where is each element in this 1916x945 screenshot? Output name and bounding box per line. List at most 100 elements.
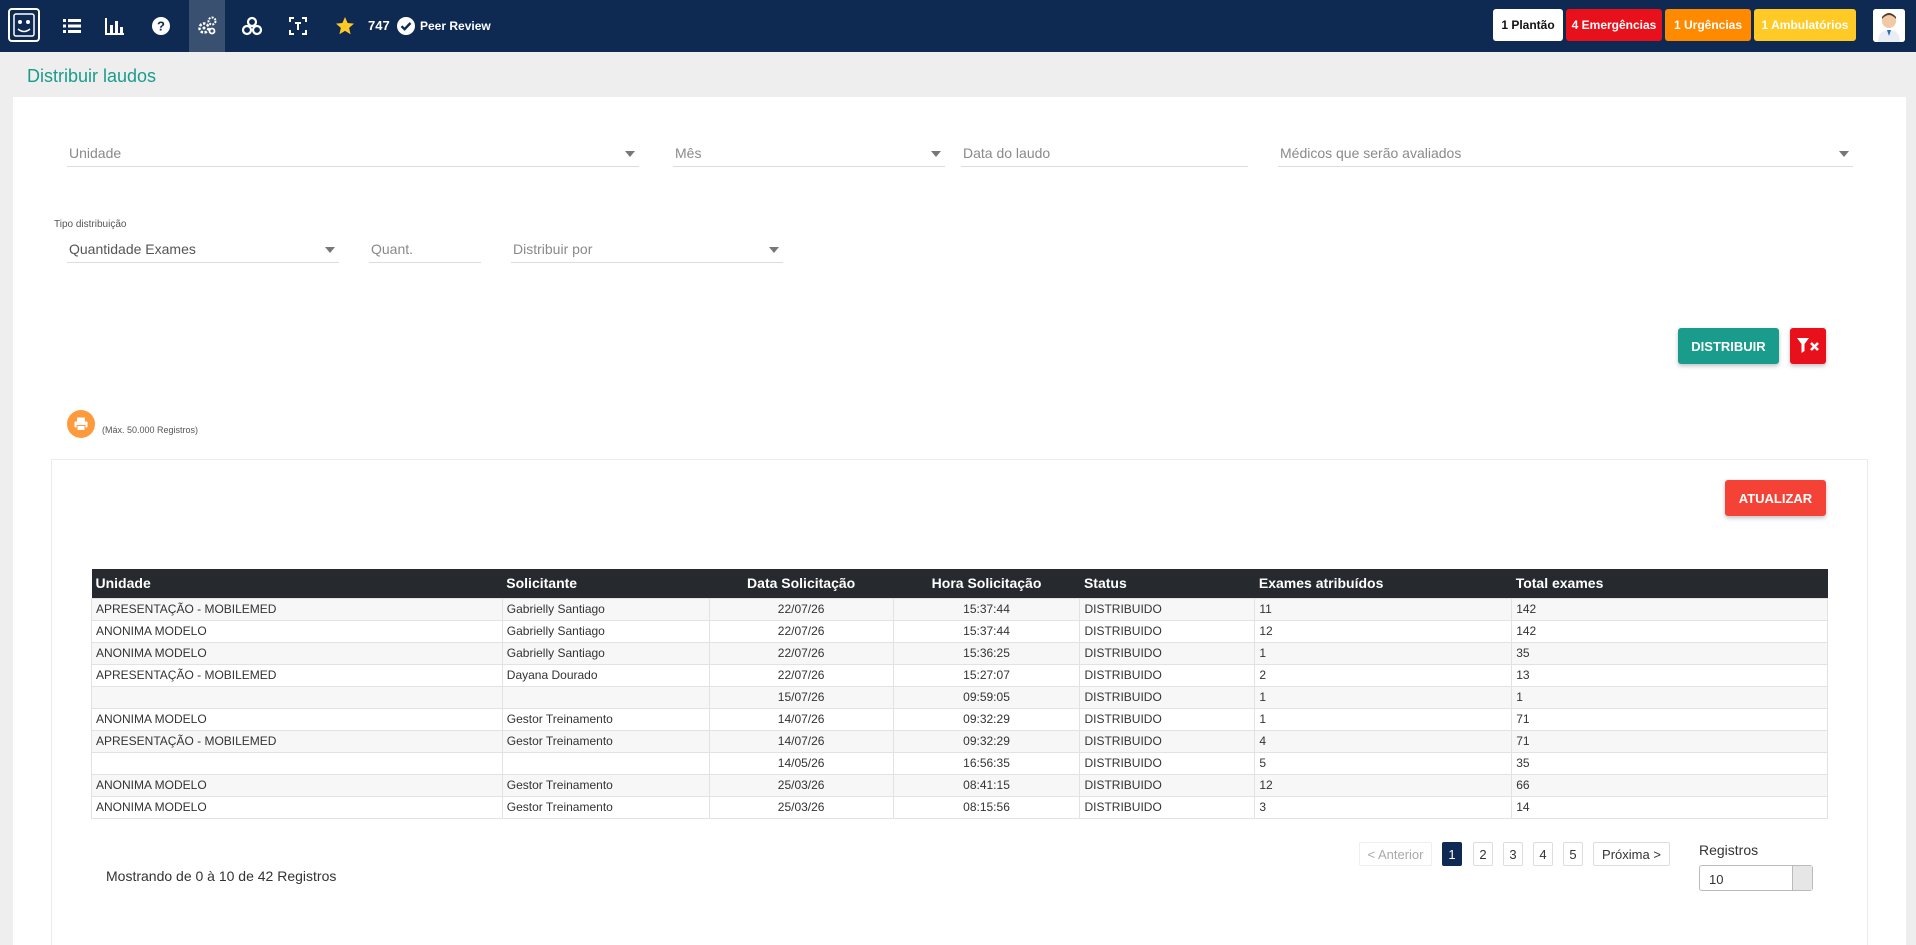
tipo-distribuicao-value: Quantidade Exames: [69, 241, 196, 257]
chevron-down-icon: [325, 247, 335, 253]
cell-hora: 09:59:05: [892, 685, 1081, 709]
cell-solicitante: Gabrielly Santiago: [501, 597, 710, 621]
cell-hora: 08:15:56: [892, 795, 1081, 819]
cell-exames-atribuidos: 1: [1254, 707, 1513, 731]
table-row[interactable]: ANONIMA MODELO Gestor Treinamento 14/07/…: [91, 707, 1828, 731]
table-row[interactable]: APRESENTAÇÃO - MOBILEMED Gabrielly Santi…: [91, 597, 1828, 621]
table-row[interactable]: APRESENTAÇÃO - MOBILEMED Gestor Treiname…: [91, 729, 1828, 753]
mes-select[interactable]: Mês: [673, 139, 945, 167]
cell-exames-atribuidos: 1: [1254, 685, 1513, 709]
gears-icon[interactable]: [189, 0, 225, 52]
medicos-select[interactable]: Médicos que serão avaliados: [1278, 139, 1853, 167]
cell-hora: 16:56:35: [892, 751, 1081, 775]
cell-hora: 09:32:29: [892, 707, 1081, 731]
cell-total-exames: 71: [1511, 707, 1828, 731]
col-header-unidade[interactable]: Unidade: [91, 569, 503, 598]
cell-unidade: ANONIMA MODELO: [91, 795, 503, 819]
cell-exames-atribuidos: 1: [1254, 641, 1513, 665]
cell-hora: 15:27:07: [892, 663, 1081, 687]
pagination-page-3[interactable]: 3: [1503, 842, 1523, 866]
quant-input[interactable]: Quant.: [369, 235, 481, 263]
results-table: Unidade Solicitante Data Solicitação Hor…: [91, 569, 1828, 819]
printer-icon: [74, 417, 88, 431]
chevron-down-icon: [769, 247, 779, 253]
cell-total-exames: 35: [1511, 641, 1828, 665]
badge-plantao[interactable]: 1 Plantão: [1493, 9, 1563, 41]
registros-value: 10: [1709, 872, 1724, 887]
chevron-down-icon: [931, 151, 941, 157]
list-icon[interactable]: [52, 0, 92, 52]
star-icon[interactable]: [325, 0, 365, 52]
cell-exames-atribuidos: 3: [1254, 795, 1513, 819]
cell-total-exames: 14: [1511, 795, 1828, 819]
cell-exames-atribuidos: 12: [1254, 773, 1513, 797]
pagination-page-5[interactable]: 5: [1563, 842, 1583, 866]
distribuir-button[interactable]: DISTRIBUIR: [1678, 328, 1779, 364]
badge-emergencias[interactable]: 4 Emergências: [1566, 9, 1662, 41]
table-row[interactable]: ANONIMA MODELO Gestor Treinamento 25/03/…: [91, 773, 1828, 797]
cell-total-exames: 66: [1511, 773, 1828, 797]
col-header-hora[interactable]: Hora Solicitação: [893, 569, 1080, 598]
cell-solicitante: [501, 685, 710, 709]
table-row[interactable]: ANONIMA MODELO Gestor Treinamento 25/03/…: [91, 795, 1828, 819]
unidade-select[interactable]: Unidade: [67, 139, 639, 167]
scan-icon[interactable]: [278, 0, 318, 52]
cell-data: 14/07/26: [708, 707, 894, 731]
help-icon[interactable]: ?: [141, 0, 181, 52]
cell-total-exames: 35: [1511, 751, 1828, 775]
pagination-page-1[interactable]: 1: [1442, 842, 1462, 866]
cell-data: 22/07/26: [708, 619, 894, 643]
peer-review-link[interactable]: Peer Review: [420, 19, 491, 33]
print-limit-note: (Máx. 50.000 Registros): [102, 425, 199, 435]
cell-solicitante: Gestor Treinamento: [501, 729, 710, 753]
page-title: Distribuir laudos: [27, 66, 157, 86]
cell-exames-atribuidos: 2: [1254, 663, 1513, 687]
data-laudo-input[interactable]: Data do laudo: [961, 139, 1248, 167]
cell-status: DISTRIBUIDO: [1079, 707, 1256, 731]
pagination-page-2[interactable]: 2: [1473, 842, 1493, 866]
tipo-distribuicao-select[interactable]: Quantidade Exames: [67, 235, 339, 263]
cell-status: DISTRIBUIDO: [1079, 773, 1256, 797]
records-count-text: Mostrando de 0 à 10 de 42 Registros: [106, 868, 337, 884]
pagination-prev[interactable]: < Anterior: [1359, 842, 1432, 866]
cell-total-exames: 142: [1511, 597, 1828, 621]
avatar[interactable]: [1873, 9, 1905, 42]
table-row[interactable]: 14/05/26 16:56:35 DISTRIBUIDO 5 35: [91, 751, 1828, 775]
chevron-down-icon: [625, 151, 635, 157]
badge-urgencias[interactable]: 1 Urgências: [1665, 9, 1751, 41]
badge-ambulatorios[interactable]: 1 Ambulatórios: [1754, 9, 1856, 41]
col-header-solicitante[interactable]: Solicitante: [502, 569, 710, 598]
medicos-placeholder: Médicos que serão avaliados: [1280, 145, 1462, 161]
distribuir-por-placeholder: Distribuir por: [513, 241, 593, 257]
pagination-page-4[interactable]: 4: [1533, 842, 1553, 866]
cell-data: 15/07/26: [708, 685, 894, 709]
data-laudo-placeholder: Data do laudo: [963, 145, 1051, 161]
logo-icon[interactable]: [6, 5, 46, 47]
cell-solicitante: Gabrielly Santiago: [501, 619, 710, 643]
clear-filter-button[interactable]: [1790, 328, 1826, 364]
registros-per-page-select[interactable]: 10: [1699, 865, 1813, 891]
cell-status: DISTRIBUIDO: [1079, 685, 1256, 709]
cell-solicitante: Gabrielly Santiago: [501, 641, 710, 665]
cell-unidade: APRESENTAÇÃO - MOBILEMED: [91, 663, 503, 687]
table-row[interactable]: APRESENTAÇÃO - MOBILEMED Dayana Dourado …: [91, 663, 1828, 687]
print-button[interactable]: [67, 410, 95, 438]
col-header-total-exames[interactable]: Total exames: [1511, 569, 1828, 598]
chart-icon[interactable]: [95, 0, 135, 52]
col-header-exames-atribuidos[interactable]: Exames atribuídos: [1254, 569, 1512, 598]
pagination-next[interactable]: Próxima >: [1593, 842, 1670, 866]
table-header-row: Unidade Solicitante Data Solicitação Hor…: [91, 569, 1828, 598]
cell-solicitante: Gestor Treinamento: [501, 795, 710, 819]
col-header-status[interactable]: Status: [1079, 569, 1255, 598]
table-row[interactable]: 15/07/26 09:59:05 DISTRIBUIDO 1 1: [91, 685, 1828, 709]
cell-solicitante: Dayana Dourado: [501, 663, 710, 687]
cell-solicitante: Gestor Treinamento: [501, 707, 710, 731]
table-row[interactable]: ANONIMA MODELO Gabrielly Santiago 22/07/…: [91, 641, 1828, 665]
check-circle-icon: [396, 16, 416, 36]
table-row[interactable]: ANONIMA MODELO Gabrielly Santiago 22/07/…: [91, 619, 1828, 643]
col-header-data[interactable]: Data Solicitação: [709, 569, 894, 598]
atualizar-button[interactable]: ATUALIZAR: [1725, 480, 1826, 516]
cogs-icon[interactable]: [232, 0, 272, 52]
cell-status: DISTRIBUIDO: [1079, 597, 1256, 621]
distribuir-por-select[interactable]: Distribuir por: [511, 235, 783, 263]
